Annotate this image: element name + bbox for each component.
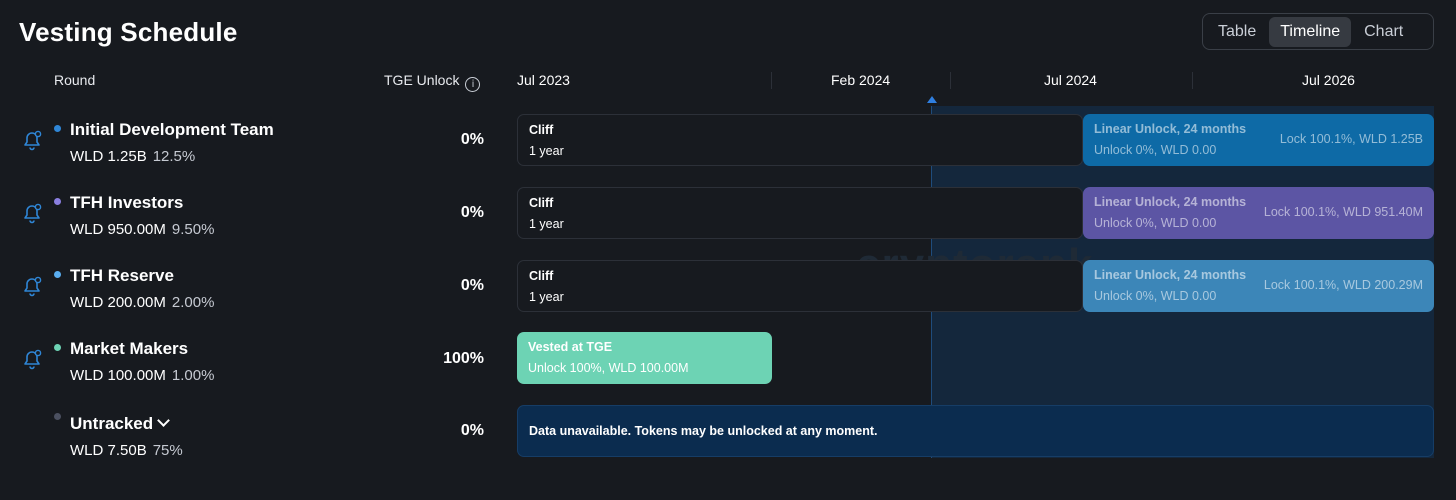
timeline-divider (771, 72, 772, 89)
bell-alert-icon[interactable] (21, 202, 43, 224)
round-color-dot (54, 344, 61, 351)
page-title: Vesting Schedule (19, 17, 238, 47)
lock-amount: Lock 100.1%, WLD 200.29M (1263, 278, 1423, 292)
round-percent: 2.00% (171, 294, 215, 311)
round-allocation: WLD 100.00M 1.00% (70, 367, 214, 384)
round-allocation: WLD 200.00M 2.00% (70, 294, 214, 311)
round-name: TFH Investors (70, 193, 184, 212)
vested-label: Vested at TGE (528, 340, 613, 354)
round-name: Initial Development Team (70, 120, 274, 139)
round-name: Market Makers (70, 339, 189, 358)
round-allocation: WLD 1.25B 12.5% (70, 148, 195, 165)
round-amount: WLD 1.25B (70, 148, 147, 165)
vested-at-tge-bar[interactable]: Vested at TGE Unlock 100%, WLD 100.00M (517, 332, 772, 384)
cliff-label: Cliff (529, 123, 554, 137)
round-color-dot (54, 413, 61, 420)
timeline-view-button[interactable]: Timeline (1269, 16, 1352, 47)
tge-unlock-header-label: TGE Unlock (384, 72, 460, 88)
round-allocation: WLD 950.00M 9.50% (70, 221, 214, 238)
tge-unlock-value: 0% (460, 204, 484, 221)
round-name: Untracked (70, 414, 154, 433)
round-column-header: Round (54, 72, 96, 88)
tge-unlock-value: 0% (460, 131, 484, 148)
round-percent: 12.5% (152, 148, 196, 165)
tge-unlock-value: 100% (443, 350, 484, 367)
chart-view-button[interactable]: Chart (1353, 17, 1414, 47)
timeline-date-jul-2024: Jul 2024 (1044, 72, 1097, 88)
vested-detail: Unlock 100%, WLD 100.00M (528, 361, 689, 375)
untracked-note: Data unavailable. Tokens may be unlocked… (529, 424, 878, 438)
round-percent: 9.50% (171, 221, 215, 238)
cliff-bar[interactable]: Cliff 1 year (517, 260, 1083, 312)
today-marker-icon (927, 96, 937, 103)
round-color-dot (54, 198, 61, 205)
view-toggle: Table Timeline Chart (1202, 13, 1434, 50)
round-amount: WLD 950.00M (70, 221, 166, 238)
round-percent: 75% (152, 442, 183, 459)
tge-unlock-value: 0% (460, 277, 484, 294)
timeline-divider (950, 72, 951, 89)
round-color-dot (54, 271, 61, 278)
timeline-date-jul-2026: Jul 2026 (1302, 72, 1355, 88)
cliff-bar[interactable]: Cliff 1 year (517, 187, 1083, 239)
round-allocation: WLD 7.50B 75% (70, 442, 183, 459)
tge-unlock-value: 0% (460, 422, 484, 439)
cliff-bar[interactable]: Cliff 1 year (517, 114, 1083, 166)
round-amount: WLD 7.50B (70, 442, 147, 459)
round-color-dot (54, 125, 61, 132)
timeline-date-feb-2024: Feb 2024 (831, 72, 891, 88)
bell-alert-icon[interactable] (21, 275, 43, 297)
untracked-data-bar: Data unavailable. Tokens may be unlocked… (517, 405, 1434, 457)
timeline-divider (1192, 72, 1193, 89)
lock-amount: Lock 100.1%, WLD 951.40M (1263, 205, 1423, 219)
cliff-label: Cliff (529, 196, 554, 210)
linear-unlock-bar[interactable]: Linear Unlock, 24 months Unlock 0%, WLD … (1083, 114, 1434, 166)
tge-unlock-column-header: TGE Unlock i (384, 72, 481, 92)
untracked-round-toggle[interactable]: Untracked (70, 414, 171, 434)
cliff-duration: 1 year (529, 144, 564, 158)
round-name: TFH Reserve (70, 266, 174, 285)
bell-alert-icon[interactable] (21, 348, 43, 370)
cliff-label: Cliff (529, 269, 554, 283)
cliff-duration: 1 year (529, 290, 564, 304)
linear-unlock-bar[interactable]: Linear Unlock, 24 months Unlock 0%, WLD … (1083, 260, 1434, 312)
lock-amount: Lock 100.1%, WLD 1.25B (1279, 132, 1423, 146)
round-percent: 1.00% (171, 367, 215, 384)
info-icon[interactable]: i (465, 77, 481, 92)
timeline-date-jul-2023: Jul 2023 (517, 72, 570, 88)
bell-alert-icon[interactable] (21, 129, 43, 151)
round-amount: WLD 200.00M (70, 294, 166, 311)
table-view-button[interactable]: Table (1207, 17, 1267, 47)
chevron-down-icon (157, 414, 171, 427)
cliff-duration: 1 year (529, 217, 564, 231)
round-amount: WLD 100.00M (70, 367, 166, 384)
linear-unlock-bar[interactable]: Linear Unlock, 24 months Unlock 0%, WLD … (1083, 187, 1434, 239)
